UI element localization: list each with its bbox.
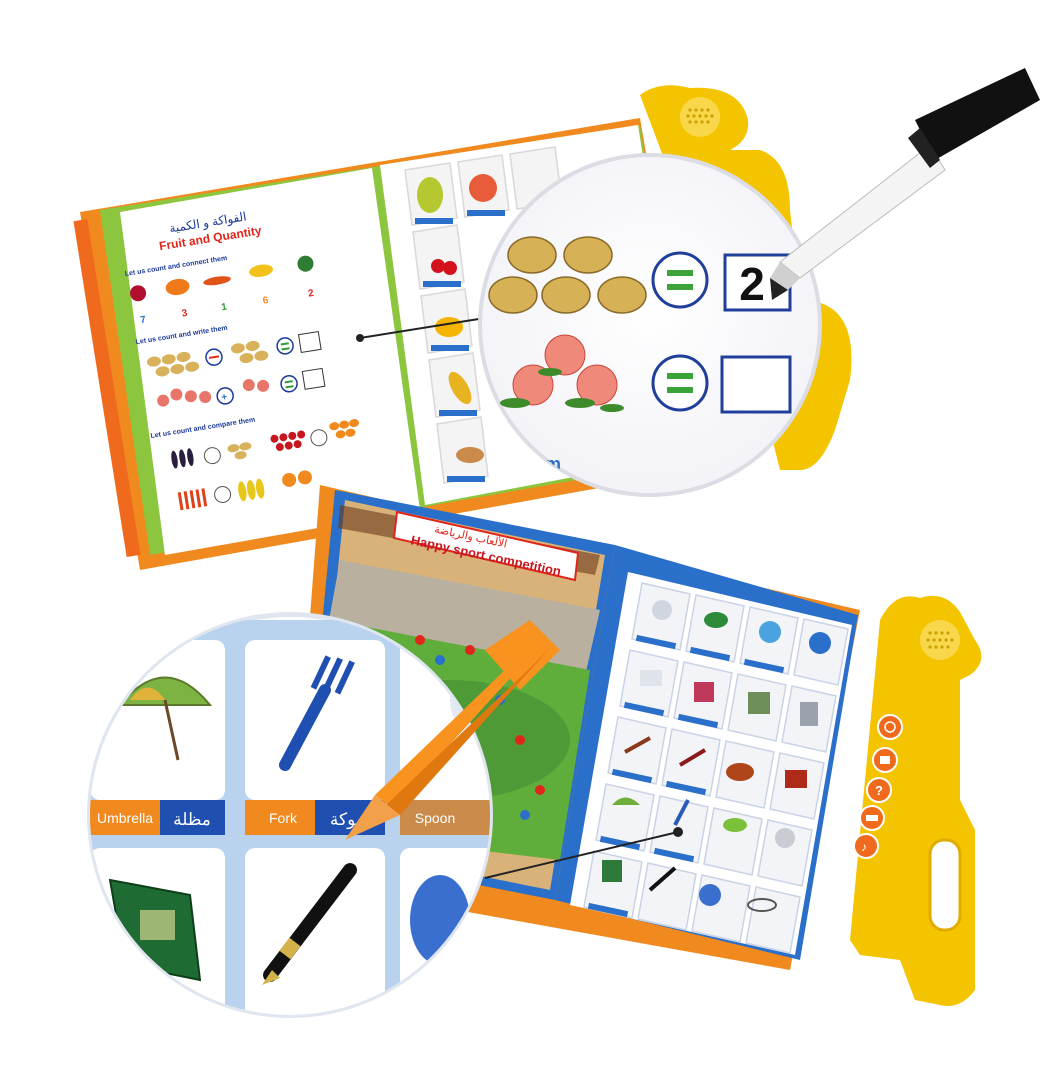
cherry-icon (431, 259, 445, 273)
label-umbrella-arabic: مظلة (173, 810, 211, 829)
question-icon[interactable]: ? (866, 777, 892, 803)
telephone-icon (704, 612, 728, 628)
marker-pen (770, 68, 1040, 300)
label-umbrella: Umbrella (97, 810, 153, 826)
zoom-lens-top: 2 m (478, 153, 822, 497)
label-spoon: Spoon (415, 810, 455, 826)
svg-text:♪: ♪ (861, 840, 867, 854)
clock-icon (809, 632, 831, 654)
music-icon[interactable]: ♪ (853, 833, 879, 859)
power-icon[interactable] (877, 714, 903, 740)
bowl-icon (726, 763, 754, 781)
bag-icon (699, 884, 721, 906)
volume-icon[interactable] (859, 805, 885, 831)
apple-icon (469, 174, 497, 202)
mango-icon (435, 317, 463, 337)
cap-icon (775, 828, 795, 848)
armchair-icon (748, 692, 770, 714)
tray-icon (785, 770, 807, 788)
cushion-icon (694, 682, 714, 702)
book-icon (602, 860, 622, 882)
cupboard-icon (800, 702, 818, 726)
product-photo: الفواكة و الكمية Fruit and Quantity Let … (73, 68, 1040, 1018)
bottom-book: ? ♪ الألعاب والرياضة Happy sport competi… (87, 485, 982, 1018)
mode-icon[interactable] (872, 747, 898, 773)
pear-icon (417, 177, 443, 213)
fan-icon (759, 621, 781, 643)
written-answer: 2 (739, 258, 765, 310)
washing-machine-icon (652, 600, 672, 620)
peanut-icon (456, 447, 484, 463)
top-book: الفواكة و الكمية Fruit and Quantity Let … (73, 68, 1040, 570)
speaker-icon (920, 620, 960, 660)
tray-icon (640, 670, 662, 686)
speaker-icon (680, 97, 720, 137)
label-fork: Fork (269, 810, 298, 826)
spoon-icon (723, 818, 747, 832)
svg-text:?: ? (875, 783, 883, 798)
